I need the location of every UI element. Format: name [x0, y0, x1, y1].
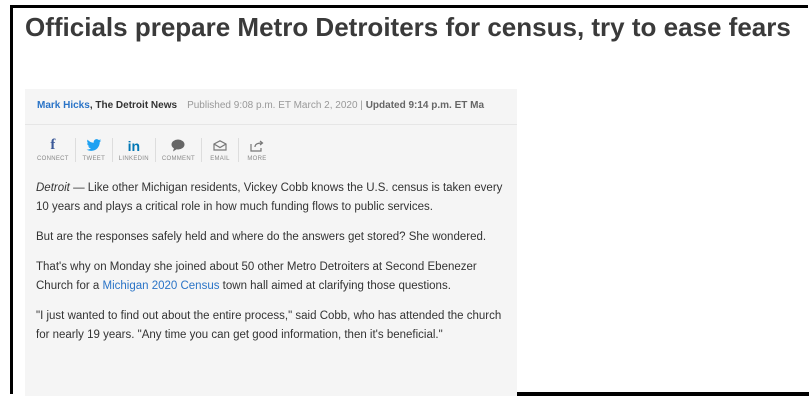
updated-date: Updated 9:14 p.m. ET Ma	[365, 100, 485, 111]
share-label: MORE	[247, 156, 267, 162]
linkedin-icon: in	[127, 137, 141, 154]
email-icon	[213, 138, 227, 153]
paragraph: Detroit — Like other Michigan residents,…	[36, 179, 506, 217]
facebook-icon: f	[50, 137, 56, 153]
share-facebook[interactable]: f CONNECT	[31, 137, 76, 162]
article-headline: Officials prepare Metro Detroiters for c…	[25, 12, 791, 42]
share-label: COMMENT	[161, 156, 195, 162]
share-label: LINKEDIN	[118, 156, 149, 162]
share-label: TWEET	[82, 156, 106, 162]
twitter-icon	[86, 138, 102, 153]
dateline: Detroit	[36, 182, 70, 194]
share-linkedin[interactable]: in LINKEDIN	[113, 138, 156, 162]
byline: Mark Hicks, The Detroit News Published 9:…	[37, 100, 484, 111]
paragraph: "I just wanted to find out about the ent…	[36, 310, 502, 341]
census-link[interactable]: Michigan 2020 Census	[102, 280, 219, 292]
paragraph-text: — Like other Michigan residents, Vickey …	[36, 182, 503, 213]
comment-icon	[171, 138, 185, 153]
article-text: Detroit — Like other Michigan residents,…	[36, 179, 506, 356]
share-label: CONNECT	[37, 156, 69, 162]
article-body-panel: Mark Hicks, The Detroit News Published 9:…	[25, 89, 517, 396]
published-date: Published 9:08 p.m. ET March 2, 2020 |	[187, 100, 366, 111]
share-label: EMAIL	[210, 156, 230, 162]
paragraph: But are the responses safely held and wh…	[36, 231, 487, 243]
share-twitter[interactable]: TWEET	[76, 138, 113, 162]
author-link[interactable]: Mark Hicks	[37, 100, 90, 111]
share-more[interactable]: MORE	[239, 138, 275, 162]
byline-org: , The Detroit News	[89, 100, 178, 111]
share-comment[interactable]: COMMENT	[156, 138, 202, 162]
byline-divider	[25, 124, 517, 125]
share-email[interactable]: EMAIL	[202, 138, 239, 162]
share-bar: f CONNECT TWEET in LINKEDIN COMMENT EMAI…	[31, 137, 275, 162]
share-more-icon	[250, 138, 264, 153]
paragraph: That's why on Monday she joined about 50…	[36, 258, 506, 296]
paragraph-text: town hall aimed at clarifying those ques…	[219, 280, 451, 292]
